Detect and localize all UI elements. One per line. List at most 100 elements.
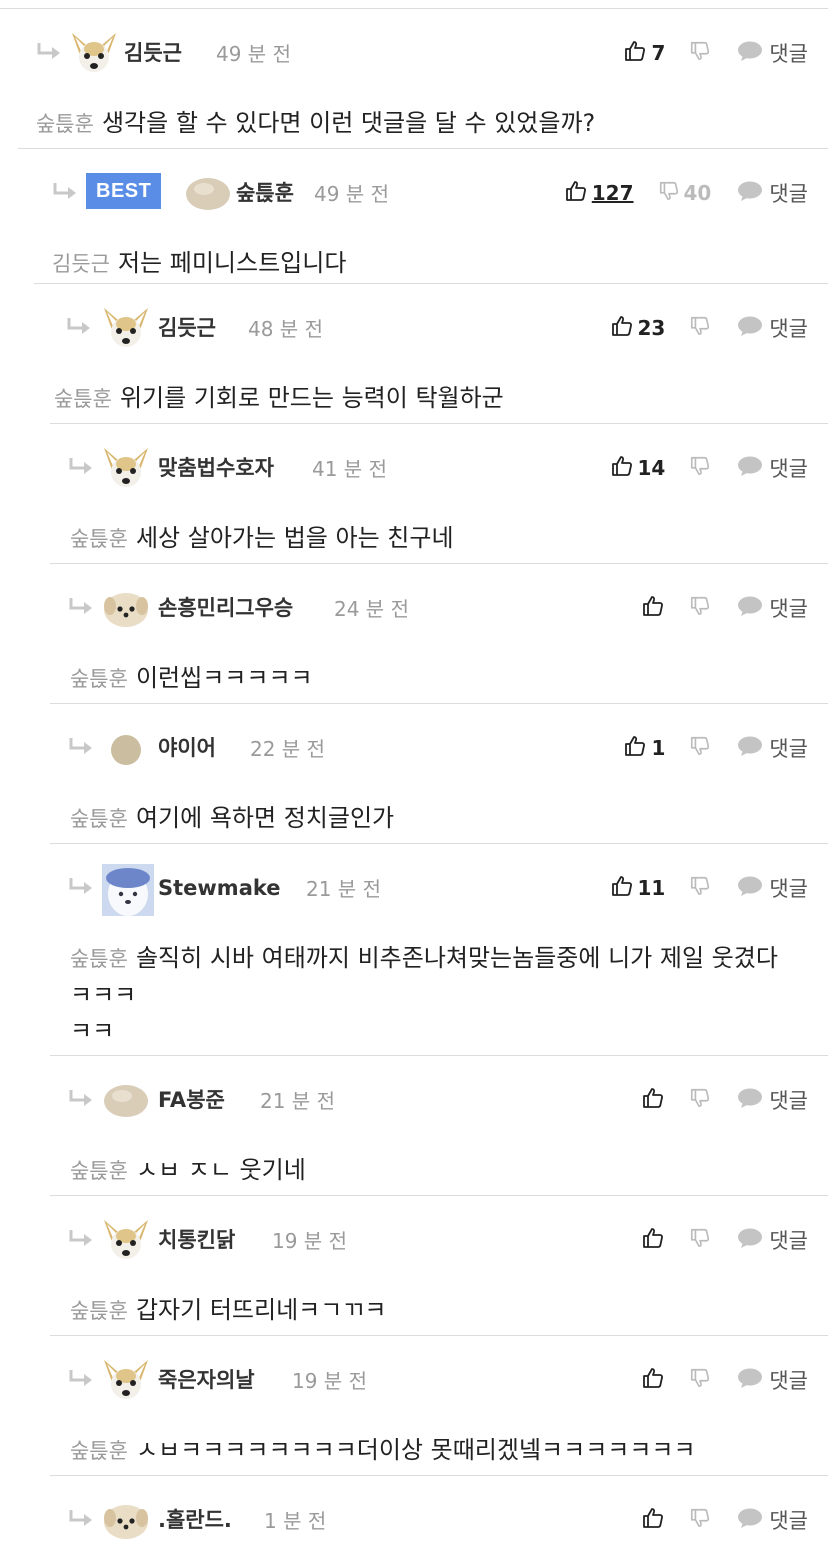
reply-button[interactable]: 댓글 [737,593,808,623]
author-name[interactable]: 김듯근 [124,39,182,67]
mention-tag[interactable]: 숲튽훈 [70,947,128,971]
thumbs-down-icon [689,40,711,66]
reply-arrow-icon [68,876,94,898]
dislike-button[interactable] [689,455,711,481]
comment-actions: 댓글 [641,1364,808,1396]
mention-tag[interactable]: 숲튽훈 [70,807,128,831]
thumbs-down-icon [689,1227,711,1253]
dislike-button[interactable] [689,315,711,341]
pup-avatar[interactable] [102,584,150,632]
reply-button[interactable]: 댓글 [737,1225,808,1255]
best-badge: BEST [86,173,162,209]
dislike-button[interactable] [689,40,711,66]
pup-avatar[interactable] [102,1496,150,1544]
thumbs-down-icon [689,1087,711,1113]
comment: 김듯근 48 분 전 23 댓글 숲튽훈 위기를 기회로 만드는 능력이 탁월하군 [34,283,828,423]
dislike-button[interactable] [689,1227,711,1253]
author-name[interactable]: 죽은자의날 [158,1366,255,1394]
speech-bubble-icon [737,735,769,762]
author-name[interactable]: 치통킨닭 [158,1226,235,1254]
mention-tag[interactable]: 숲튽훈 [54,387,112,411]
like-count: 127 [591,181,634,205]
reply-button[interactable]: 댓글 [737,1505,808,1535]
dog-avatar[interactable] [70,29,118,77]
reply-label: 댓글 [769,1089,808,1113]
blob-avatar[interactable] [102,1076,150,1124]
like-button[interactable] [641,1086,665,1114]
dislike-button[interactable] [689,595,711,621]
dislike-count: 40 [683,181,712,205]
comment-header: 죽은자의날 19 분 전 댓글 [50,1336,828,1420]
mention-tag[interactable]: 숲튽훈 [70,1159,128,1183]
dislike-button[interactable] [689,875,711,901]
dislike-button[interactable] [689,735,711,761]
comment: BEST 숲튽훈 49 분 전 127 40 댓글 김듯근 저는 페미니스트입니다 [18,148,828,283]
like-button[interactable]: 11 [610,874,665,902]
author-name[interactable]: .홀란드. [158,1506,232,1534]
comment: 치통킨닭 19 분 전 댓글 숲튽훈 갑자기 터뜨리네ㅋㄱㄲㅋ [50,1195,828,1335]
author-name[interactable]: 맞춤법수호자 [158,454,274,482]
speech-bubble-icon [737,455,769,482]
comment-header: BEST 숲튽훈 49 분 전 127 40 댓글 [18,149,828,233]
reply-button[interactable]: 댓글 [737,453,808,483]
like-button[interactable] [641,594,665,622]
speech-bubble-icon [737,595,769,622]
author-name[interactable]: 김듯근 [158,314,216,342]
speech-bubble-icon [737,180,769,207]
speech-bubble-icon [737,40,769,67]
comment-text: ㅅㅂㅋㅋㅋㅋㅋㅋㅋㅋ더이상 못때리겠넼ㅋㅋㅋㅋㅋㅋㅋ [135,1436,696,1464]
like-button[interactable]: 127 [564,179,634,207]
author-name[interactable]: FA봉준 [158,1086,225,1114]
comment-body: 숲튽훈 ㅅㅂ ㅈㄴ 웃기네 [70,1152,804,1189]
mention-tag[interactable]: 숲튽훈 [70,1439,128,1463]
mention-tag[interactable]: 숲튽훈 [36,112,94,136]
blob-avatar[interactable] [184,169,232,217]
dislike-button[interactable] [689,1507,711,1533]
reply-button[interactable]: 댓글 [737,733,808,763]
comment: 야이어 22 분 전 1 댓글 숲튽훈 여기에 욕하면 정치글인가 [50,703,828,843]
comment-header: 김듯근 48 분 전 23 댓글 [34,284,828,368]
circle-avatar[interactable] [102,724,150,772]
comment-actions: 댓글 [641,1084,808,1116]
author-name[interactable]: 숲튽훈 [236,179,294,207]
author-name[interactable]: Stewmake [158,874,281,902]
thumbs-up-icon [623,734,647,762]
like-button[interactable]: 7 [623,39,665,67]
dog-avatar[interactable] [102,1356,150,1404]
mention-tag[interactable]: 김듯근 [52,252,110,276]
dog-avatar[interactable] [102,304,150,352]
reply-button[interactable]: 댓글 [737,873,808,903]
dislike-button[interactable]: 40 [658,180,712,206]
comment-header: 손흥민리그우승 24 분 전 댓글 [50,564,828,648]
comment-actions: 댓글 [641,1224,808,1256]
dislike-button[interactable] [689,1087,711,1113]
like-button[interactable]: 14 [610,454,665,482]
dislike-button[interactable] [689,1367,711,1393]
like-button[interactable]: 1 [623,734,665,762]
like-button[interactable] [641,1226,665,1254]
like-button[interactable] [641,1366,665,1394]
mention-tag[interactable]: 숲튽훈 [70,1299,128,1323]
comment-header: 맞춤법수호자 41 분 전 14 댓글 [50,424,828,508]
reply-button[interactable]: 댓글 [737,178,808,208]
like-button[interactable]: 23 [610,314,665,342]
reply-arrow-icon [68,736,94,758]
reply-label: 댓글 [769,1369,808,1393]
dog-avatar[interactable] [102,1216,150,1264]
mention-tag[interactable]: 숲튽훈 [70,527,128,551]
author-name[interactable]: 손흥민리그우승 [158,594,293,622]
like-button[interactable] [641,1506,665,1534]
dog-avatar[interactable] [102,444,150,492]
comment: 죽은자의날 19 분 전 댓글숲튽훈 ㅅㅂㅋㅋㅋㅋㅋㅋㅋㅋ더이상 못때리겠넼ㅋㅋㅋㅋㅋ… [50,1335,828,1475]
reply-button[interactable]: 댓글 [737,1085,808,1115]
reply-button[interactable]: 댓글 [737,38,808,68]
mention-tag[interactable]: 숲튽훈 [70,667,128,691]
comment-time: 1 분 전 [264,1509,327,1533]
author-name[interactable]: 야이어 [158,734,216,762]
thumbs-down-icon [689,735,711,761]
photo-avatar[interactable] [102,864,154,916]
comment-actions: 11 댓글 [610,872,808,904]
reply-button[interactable]: 댓글 [737,1365,808,1395]
speech-bubble-icon [737,1087,769,1114]
reply-button[interactable]: 댓글 [737,313,808,343]
